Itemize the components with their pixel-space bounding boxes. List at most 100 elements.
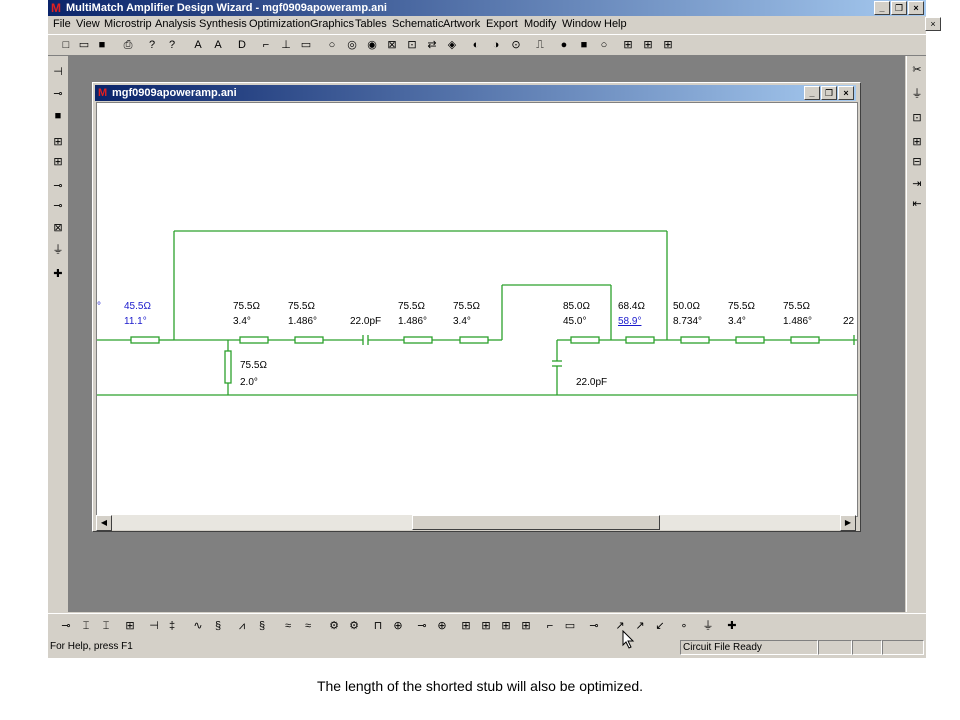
tline-2-icon[interactable]: ≈ <box>300 618 316 634</box>
inductor-icon[interactable]: ∿ <box>190 618 206 634</box>
circle-5-icon[interactable]: ○ <box>596 37 612 53</box>
circle-4-icon[interactable]: ● <box>556 37 572 53</box>
shunt-r-icon[interactable]: ⌶ <box>98 618 114 634</box>
menu-view[interactable]: View <box>76 16 100 33</box>
shunt-l-icon[interactable]: ⌶ <box>78 618 94 634</box>
schematic-canvas[interactable]: ° 45.5Ω 11.1° 75.5Ω 3.4° 75.5Ω 1.486° 22… <box>96 102 858 517</box>
cross-line-icon[interactable]: ⊕ <box>434 618 450 634</box>
minimize-button[interactable]: _ <box>874 1 890 15</box>
port-icon[interactable]: ⊣ <box>50 64 66 80</box>
menu-optimization[interactable]: Optimization <box>249 16 310 33</box>
circuit-4-icon[interactable]: ⊸ <box>50 198 66 214</box>
bend-icon[interactable]: ⌐ <box>542 618 558 634</box>
cap-icon[interactable]: ⊣ <box>146 618 162 634</box>
box-dot-icon[interactable]: ⊡ <box>909 110 925 126</box>
line-icon[interactable]: ⌐ <box>258 37 274 53</box>
child-minimize-button[interactable]: _ <box>804 86 820 100</box>
coupled-3-icon[interactable]: ⊞ <box>498 618 514 634</box>
scissors-icon[interactable]: ✂ <box>909 62 925 78</box>
resistor-icon[interactable]: ⩘ <box>234 618 250 634</box>
menu-modify[interactable]: Modify <box>524 16 556 33</box>
scroll-thumb[interactable] <box>412 515 660 530</box>
circle-1-icon[interactable]: ○ <box>324 37 340 53</box>
menu-file[interactable]: File <box>53 16 71 33</box>
pulse-icon[interactable]: ⎍ <box>532 37 548 53</box>
menu-analysis[interactable]: Analysis <box>155 16 196 33</box>
menu-artwork[interactable]: Artwork <box>443 16 480 33</box>
menu-tables[interactable]: Tables <box>355 16 387 33</box>
ground-right-icon[interactable]: ⏚ <box>909 86 925 102</box>
node-dot-icon[interactable]: ∘ <box>676 618 692 634</box>
draw-a2-icon[interactable]: A <box>210 37 226 53</box>
circuit-1-icon[interactable]: ⊞ <box>50 134 66 150</box>
grid-icon[interactable]: ⊠ <box>384 37 400 53</box>
child-close-button[interactable]: × <box>838 86 854 100</box>
child-restore-button[interactable]: ❐ <box>821 86 837 100</box>
menu-export[interactable]: Export <box>486 16 518 33</box>
coupled-1-icon[interactable]: ⊞ <box>458 618 474 634</box>
yellow-box-icon[interactable]: ■ <box>50 108 66 124</box>
smith-2-icon[interactable]: ◑ <box>488 37 504 53</box>
context-help-icon[interactable]: ? <box>164 37 180 53</box>
horizontal-scrollbar[interactable]: ◀ ▶ <box>96 515 856 531</box>
menu-schematic[interactable]: Schematic <box>392 16 443 33</box>
plus-box-icon[interactable]: ⊞ <box>909 134 925 150</box>
menu-help[interactable]: Help <box>604 16 627 33</box>
mdi-close-button[interactable]: × <box>925 17 941 31</box>
shunt-res-icon[interactable]: § <box>254 618 270 634</box>
smith-1-icon[interactable]: ◐ <box>468 37 484 53</box>
close-button[interactable]: × <box>908 1 924 15</box>
print-icon[interactable]: ⎙ <box>120 37 136 53</box>
rect-icon[interactable]: ▭ <box>562 618 578 634</box>
circuit-3-icon[interactable]: ⊸ <box>50 178 66 194</box>
node-icon[interactable]: ⊸ <box>50 86 66 102</box>
gear-2-icon[interactable]: ⚙ <box>346 618 362 634</box>
draw-a-icon[interactable]: A <box>190 37 206 53</box>
component-2-icon[interactable]: ⊞ <box>640 37 656 53</box>
tee-icon[interactable]: ⊥ <box>278 37 294 53</box>
ground-bottom-icon[interactable]: ⏚ <box>700 618 716 634</box>
cross-icon[interactable]: ✚ <box>50 266 66 282</box>
element-8-length[interactable]: 58.9° <box>618 316 641 327</box>
square-icon[interactable]: ■ <box>576 37 592 53</box>
circle-3-icon[interactable]: ◉ <box>364 37 380 53</box>
menu-graphics[interactable]: Graphics <box>310 16 354 33</box>
element-icon[interactable]: ▭ <box>298 37 314 53</box>
ground-icon[interactable]: ⏚ <box>50 242 66 258</box>
circuit-2-icon[interactable]: ⊞ <box>50 154 66 170</box>
restore-button[interactable]: ❐ <box>891 1 907 15</box>
scroll-left-icon[interactable]: ◀ <box>96 515 112 531</box>
shunt-ind-icon[interactable]: § <box>210 618 226 634</box>
circle-2-icon[interactable]: ◎ <box>344 37 360 53</box>
swap-icon[interactable]: ⇄ <box>424 37 440 53</box>
open-folder-icon[interactable]: ▭ <box>76 37 92 53</box>
arrow-out-icon[interactable]: ⇤ <box>909 196 925 212</box>
gear-1-icon[interactable]: ⚙ <box>326 618 342 634</box>
component-1-icon[interactable]: ⊞ <box>620 37 636 53</box>
series-c-icon[interactable]: ⊞ <box>122 618 138 634</box>
shunt-c-icon[interactable]: ‡ <box>164 618 180 634</box>
resize-icon[interactable]: ⊠ <box>50 220 66 236</box>
toggle-d-icon[interactable]: D <box>234 37 250 53</box>
tline-1-icon[interactable]: ≈ <box>280 618 296 634</box>
shape-icon[interactable]: ◈ <box>444 37 460 53</box>
stub-2-icon[interactable]: ⊕ <box>390 618 406 634</box>
menu-synthesis[interactable]: Synthesis <box>199 16 247 33</box>
help-icon[interactable]: ? <box>144 37 160 53</box>
arrow-3-icon[interactable]: ↙ <box>652 618 668 634</box>
coupled-4-icon[interactable]: ⊞ <box>518 618 534 634</box>
save-icon[interactable]: ■ <box>94 37 110 53</box>
new-file-icon[interactable]: □ <box>58 37 74 53</box>
scroll-right-icon[interactable]: ▶ <box>840 515 856 531</box>
coupled-2-icon[interactable]: ⊞ <box>478 618 494 634</box>
smith-3-icon[interactable]: ⊙ <box>508 37 524 53</box>
menu-window[interactable]: Window <box>562 16 601 33</box>
tee-line-icon[interactable]: ⊸ <box>414 618 430 634</box>
component-3-icon[interactable]: ⊞ <box>660 37 676 53</box>
via-icon[interactable]: ⊸ <box>586 618 602 634</box>
arrow-in-icon[interactable]: ⇥ <box>909 176 925 192</box>
menu-microstrip[interactable]: Microstrip <box>104 16 152 33</box>
minus-box-icon[interactable]: ⊟ <box>909 154 925 170</box>
stub-icon[interactable]: ⊓ <box>370 618 386 634</box>
frame-icon[interactable]: ⊡ <box>404 37 420 53</box>
